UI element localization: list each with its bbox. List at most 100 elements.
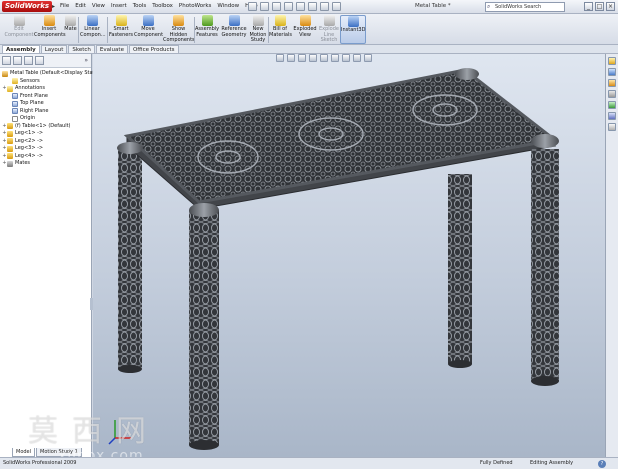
- tab-office-products[interactable]: Office Products: [128, 45, 179, 53]
- command-label: Bill of Materials: [269, 26, 292, 38]
- assembly-features-button[interactable]: Assembly Features: [195, 15, 219, 38]
- tree-node[interactable]: Right Plane: [2, 108, 91, 116]
- view-orientation-icon[interactable]: [320, 54, 328, 62]
- custom-properties-tab-icon[interactable]: [608, 123, 616, 131]
- save-icon[interactable]: [272, 2, 281, 11]
- command-label: Reference Geometry: [221, 26, 247, 38]
- status-edit-mode: Editing Assembly: [530, 460, 574, 466]
- menu-view[interactable]: View: [92, 3, 105, 9]
- leg-front-right[interactable]: [531, 149, 559, 381]
- hide-show-icon[interactable]: [342, 54, 350, 62]
- search-tab-icon[interactable]: [608, 90, 616, 98]
- watermark-text: 莫西网: [28, 414, 160, 449]
- exploded-view-icon: [299, 15, 311, 26]
- property-manager-tab-icon[interactable]: [13, 56, 22, 65]
- mate-button[interactable]: Mate: [63, 15, 78, 33]
- edit-component-button[interactable]: Edit Component: [2, 15, 36, 38]
- options-icon[interactable]: [332, 2, 341, 11]
- solidworks-logo[interactable]: SolidWorks: [2, 1, 53, 12]
- command-label: Mate: [64, 26, 77, 32]
- logo-menu-arrow-icon[interactable]: ▸: [52, 3, 55, 10]
- tree-node[interactable]: Top Plane: [2, 100, 91, 108]
- command-label: Explode Line Sketch: [319, 26, 339, 43]
- move-component-button[interactable]: Move Component: [134, 15, 164, 38]
- tree-node[interactable]: Metal Table (Default<Display State: [2, 70, 98, 78]
- search-input[interactable]: ⌕ SolidWorks Search: [485, 2, 565, 12]
- undo-icon[interactable]: [296, 2, 305, 11]
- zoom-area-icon[interactable]: [287, 54, 295, 62]
- menu-window[interactable]: Window: [217, 3, 239, 9]
- display-style-icon[interactable]: [331, 54, 339, 62]
- status-product: SolidWorks Professional 2009: [3, 460, 77, 466]
- tab-sketch[interactable]: Sketch: [68, 45, 95, 53]
- insert-components-button[interactable]: Insert Components: [34, 15, 66, 38]
- show-hidden-button[interactable]: Show Hidden Components: [163, 15, 195, 44]
- bom-button[interactable]: Bill of Materials: [269, 15, 292, 38]
- tree-node[interactable]: + Leg<2> ->: [2, 138, 91, 146]
- annotations-icon: [7, 85, 13, 92]
- motion-study-icon: [252, 15, 264, 26]
- smart-fasteners-button[interactable]: Smart Fasteners: [109, 15, 133, 38]
- resources-tab-icon[interactable]: [608, 57, 616, 65]
- previous-view-icon[interactable]: [298, 54, 306, 62]
- print-icon[interactable]: [284, 2, 293, 11]
- tree-node[interactable]: Front Plane: [2, 93, 91, 101]
- edit-appearance-icon[interactable]: [353, 54, 361, 62]
- tab-layout[interactable]: Layout: [40, 45, 68, 53]
- table-model[interactable]: [93, 54, 605, 457]
- zoom-to-fit-icon[interactable]: [276, 54, 284, 62]
- tree-node[interactable]: Origin: [2, 115, 91, 123]
- tree-node[interactable]: + Mates: [2, 160, 91, 168]
- select-icon[interactable]: [308, 2, 317, 11]
- design-library-tab-icon[interactable]: [608, 68, 616, 76]
- close-button[interactable]: ×: [606, 2, 615, 11]
- configuration-manager-tab-icon[interactable]: [24, 56, 33, 65]
- appearances-tab-icon[interactable]: [608, 112, 616, 120]
- apply-scene-icon[interactable]: [364, 54, 372, 62]
- panel-expand-icon[interactable]: »: [84, 57, 88, 64]
- leg-front-left[interactable]: [189, 210, 219, 445]
- help-icon[interactable]: ?: [598, 460, 606, 468]
- tree-node[interactable]: Sensors: [2, 78, 91, 86]
- maximize-button[interactable]: □: [595, 2, 604, 11]
- tree-node[interactable]: + Annotations: [2, 85, 91, 93]
- assembly-features-icon: [201, 15, 213, 26]
- exploded-view-button[interactable]: Exploded View: [293, 15, 317, 38]
- menu-edit[interactable]: Edit: [75, 3, 86, 9]
- file-explorer-tab-icon[interactable]: [608, 79, 616, 87]
- leg-foot-front-right: [531, 376, 559, 386]
- tree-node[interactable]: + Leg<1> ->: [2, 130, 91, 138]
- tree-node-label: Leg<2> ->: [15, 137, 44, 144]
- display-manager-tab-icon[interactable]: [35, 56, 44, 65]
- tree-node-label: Right Plane: [20, 107, 49, 114]
- feature-tree-tab-icon[interactable]: [2, 56, 11, 65]
- reference-geometry-button[interactable]: Reference Geometry: [220, 15, 248, 38]
- view-palette-tab-icon[interactable]: [608, 101, 616, 109]
- menu-insert[interactable]: Insert: [111, 3, 127, 9]
- menu-file[interactable]: File: [60, 3, 69, 9]
- motion-study-button[interactable]: New Motion Study: [249, 15, 267, 44]
- rebuild-icon[interactable]: [320, 2, 329, 11]
- graphics-area[interactable]: [93, 54, 605, 457]
- explode-line-button[interactable]: Explode Line Sketch: [318, 15, 340, 44]
- menu-photoworks[interactable]: PhotoWorks: [179, 3, 211, 9]
- menu-tools[interactable]: Tools: [133, 3, 147, 9]
- tab-assembly[interactable]: Assembly: [2, 45, 40, 53]
- instant3d-button[interactable]: Instant3D: [340, 15, 366, 44]
- tab-evaluate[interactable]: Evaluate: [95, 45, 128, 53]
- open-document-icon[interactable]: [260, 2, 269, 11]
- minimize-button[interactable]: _: [584, 2, 593, 11]
- part-icon: [7, 130, 13, 137]
- linear-pattern-button[interactable]: Linear Compon...: [80, 15, 106, 38]
- tree-node[interactable]: + Leg<3> ->: [2, 145, 91, 153]
- section-view-icon[interactable]: [309, 54, 317, 62]
- command-label: Move Component: [134, 26, 164, 38]
- leg-back-right[interactable]: [448, 174, 472, 364]
- tree-node-label: Origin: [20, 115, 36, 121]
- tree-node[interactable]: + (f) Table<1> (Default): [2, 123, 91, 131]
- leg-back-left[interactable]: [118, 149, 142, 369]
- new-document-icon[interactable]: [248, 2, 257, 11]
- tree-node-label: (f) Table<1> (Default): [15, 122, 71, 129]
- menu-toolbox[interactable]: Toolbox: [152, 3, 173, 9]
- tree-node[interactable]: + Leg<4> ->: [2, 153, 91, 161]
